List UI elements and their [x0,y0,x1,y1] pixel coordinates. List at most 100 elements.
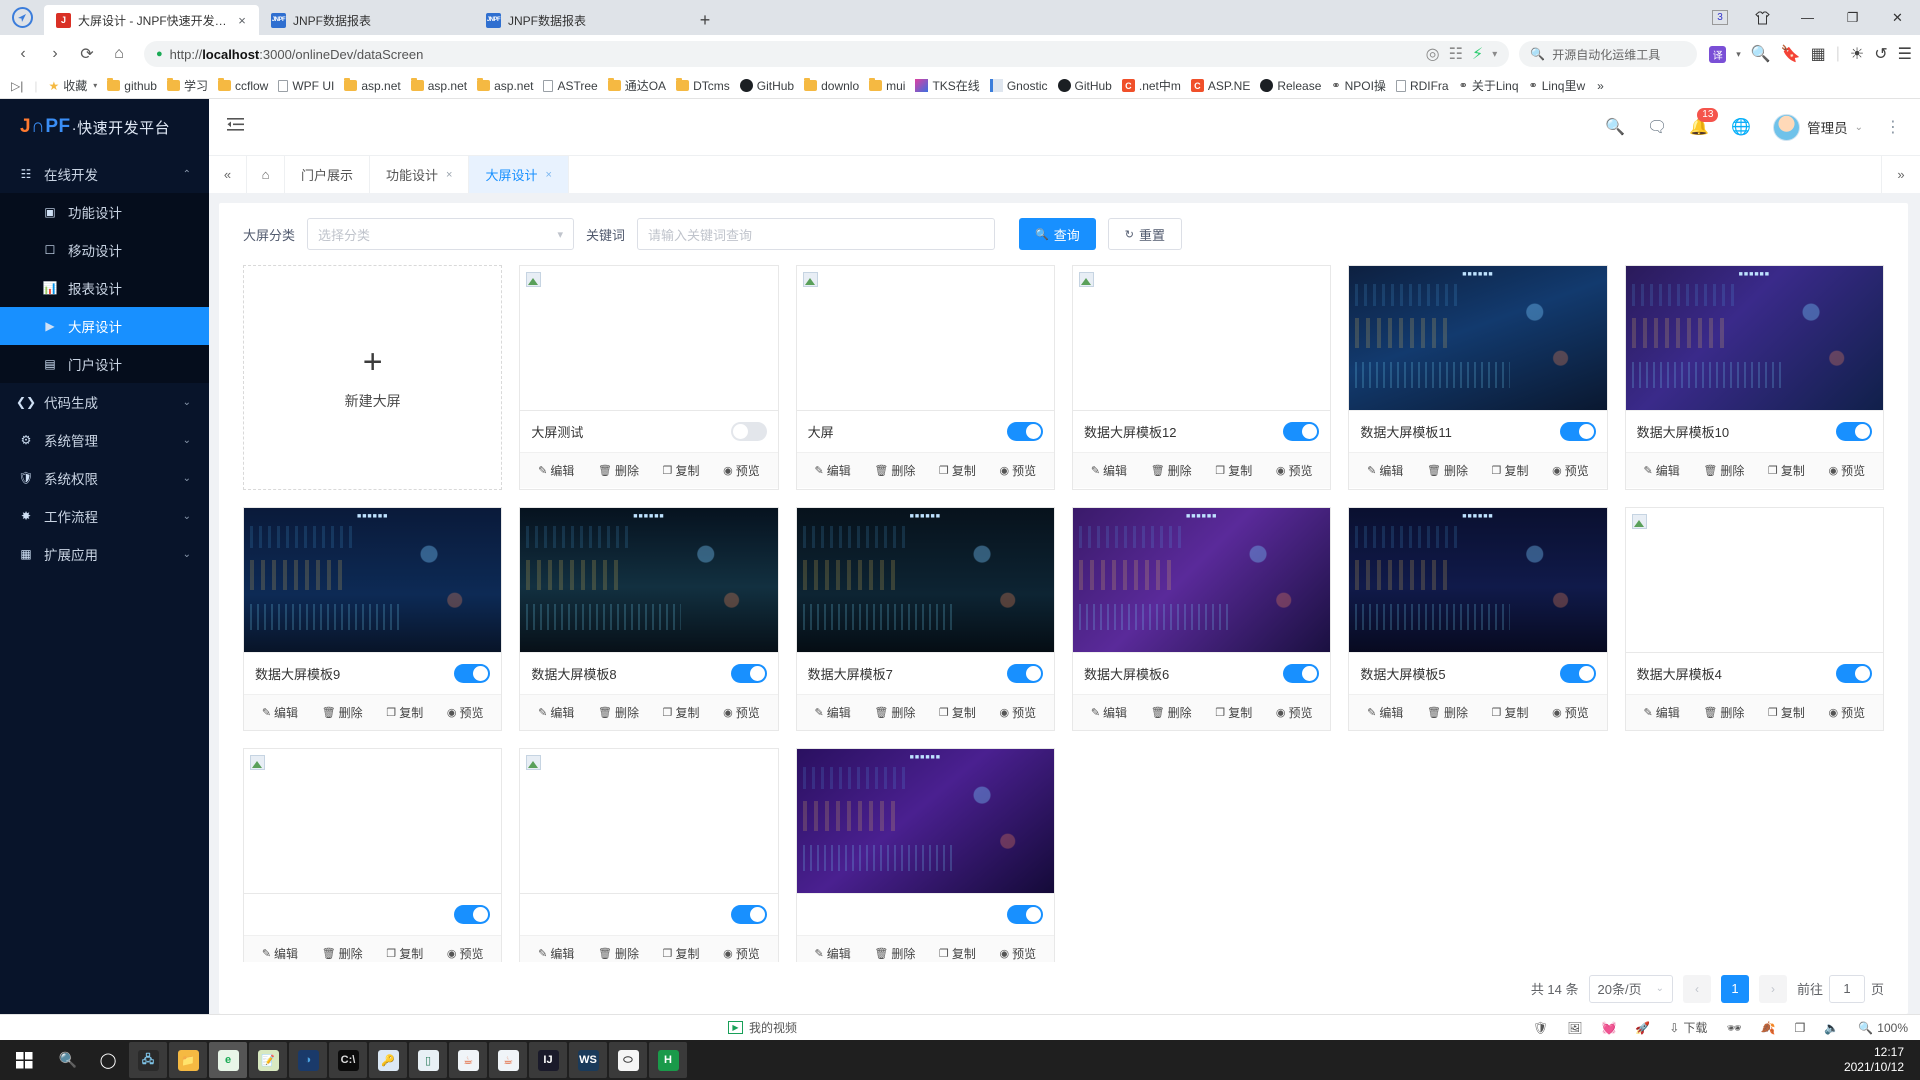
more-options-icon[interactable]: ⋮ [1885,117,1902,137]
card-action-预览[interactable]: ◉ 预览 [723,462,760,479]
card-action-编辑[interactable]: ✎ 编辑 [1367,462,1403,479]
bookmark-item[interactable]: GitHub [1053,77,1117,95]
card-action-编辑[interactable]: ✎ 编辑 [538,945,574,962]
menu-icon[interactable]: ☰ [1898,44,1912,64]
bookmark-item[interactable]: Gnostic [985,77,1053,95]
taskbar-search-icon[interactable]: 🔍 [48,1040,88,1080]
message-icon[interactable]: 🗨 [1647,117,1667,137]
card-action-编辑[interactable]: ✎ 编辑 [262,945,298,962]
card-action-编辑[interactable]: ✎ 编辑 [1643,704,1679,721]
card-action-复制[interactable]: ❐ 复制 [386,704,423,721]
bookmark-item[interactable]: downlo [799,77,864,95]
card-action-预览[interactable]: ◉ 预览 [1829,704,1866,721]
card-action-删除[interactable]: 🗑 删除 [322,704,363,721]
bookmark-item[interactable]: ASTree [538,77,602,95]
taskbar-app-cmd-icon[interactable]: C:\ [329,1042,367,1078]
taskbar-app-server-icon[interactable]: 🖧 [129,1042,167,1078]
sidebar-item-扩展应用[interactable]: ▦ 扩展应用 ⌄ [0,535,209,573]
sidebar-item-功能设计[interactable]: ▣ 功能设计 [0,193,209,231]
card-enable-toggle[interactable] [454,664,491,683]
card-action-预览[interactable]: ◉ 预览 [1000,945,1037,962]
card-action-复制[interactable]: ❐ 复制 [1215,704,1252,721]
lightning-icon[interactable]: ⚡ [1472,44,1483,64]
bookmark-item[interactable]: WPF UI [273,77,339,95]
chevron-down-icon[interactable]: ▾ [1736,49,1741,60]
rocket-icon[interactable]: 🚀 [1635,1021,1650,1035]
card-action-编辑[interactable]: ✎ 编辑 [814,945,850,962]
card-action-预览[interactable]: ◉ 预览 [723,704,760,721]
bookmark-book-icon[interactable]: 🔖 [1781,44,1801,64]
card-enable-toggle[interactable] [1007,422,1043,441]
start-button[interactable] [0,1051,48,1069]
card-enable-toggle[interactable] [1283,422,1320,441]
translate-icon[interactable]: 译 [1709,45,1727,63]
taskbar-app-ellipse-app-icon[interactable]: ⬭ [609,1042,647,1078]
bookmark-item[interactable]: TKS在线 [910,75,984,96]
card-action-复制[interactable]: ❐ 复制 [663,704,700,721]
taskbar-app-intellij-icon[interactable]: IJ [529,1042,567,1078]
card-action-预览[interactable]: ◉ 预览 [1829,462,1866,479]
speaker-icon[interactable]: 🔈 [1824,1021,1839,1035]
card-action-预览[interactable]: ◉ 预览 [723,945,760,962]
bookmark-item[interactable]: ⚭ 关于Linq [1454,75,1524,96]
screen-card[interactable]: ■■■■■■ 数据大屏模板10 ✎ 编辑 🗑 删除 ❐ 复制 ◉ 预览 [1624,265,1884,490]
browser-search-input[interactable]: 🔍 开源自动化运维工具 [1519,41,1698,67]
taskbar-app-keepass-icon[interactable]: 🔑 [369,1042,407,1078]
taskbar-app-h-app-icon[interactable]: H [649,1042,687,1078]
card-action-删除[interactable]: 🗑 删除 [1427,704,1468,721]
card-enable-toggle[interactable] [1559,664,1596,683]
screen-card[interactable]: ✎ 编辑 🗑 删除 ❐ 复制 ◉ 预览 [243,748,503,962]
card-action-复制[interactable]: ❐ 复制 [386,945,423,962]
card-action-预览[interactable]: ◉ 预览 [1276,704,1313,721]
taskbar-app-explorer-icon[interactable]: 📁 [169,1042,207,1078]
taskbar-app-notepad-icon[interactable]: 📝 [249,1042,287,1078]
screen-card[interactable]: 数据大屏模板4 ✎ 编辑 🗑 删除 ❐ 复制 ◉ 预览 [1624,507,1884,731]
theme-shirt-icon[interactable] [1740,0,1785,35]
card-enable-toggle[interactable] [1836,422,1872,441]
page-tab-2[interactable]: 大屏设计 × [469,156,569,193]
card-enable-toggle[interactable] [1007,664,1043,683]
card-action-复制[interactable]: ❐ 复制 [939,462,976,479]
taskbar-app-webstorm-icon[interactable]: WS [569,1042,607,1078]
sidebar-item-工作流程[interactable]: ✸ 工作流程 ⌄ [0,497,209,535]
card-action-复制[interactable]: ❐ 复制 [663,945,700,962]
screen-card[interactable]: ■■■■■■ 数据大屏模板7 ✎ 编辑 🗑 删除 ❐ 复制 ◉ 预览 [795,507,1055,731]
sidebar-item-大屏设计[interactable]: ▶ 大屏设计 [0,307,209,345]
sidebar-item-系统权限[interactable]: 🛡 系统权限 ⌄ [0,459,209,497]
card-action-删除[interactable]: 🗑 删除 [1703,704,1744,721]
screen-card[interactable]: ■■■■■■ 数据大屏模板5 ✎ 编辑 🗑 删除 ❐ 复制 ◉ 预览 [1348,507,1608,731]
card-action-预览[interactable]: ◉ 预览 [1552,704,1589,721]
forward-icon[interactable]: › [40,39,70,69]
close-window-button[interactable]: ✕ [1875,0,1920,35]
card-action-预览[interactable]: ◉ 预览 [1000,704,1037,721]
screen-card[interactable]: ■■■■■■ 数据大屏模板11 ✎ 编辑 🗑 删除 ❐ 复制 ◉ 预览 [1348,265,1608,490]
keyword-input[interactable]: 请输入关键词查询 [637,218,996,250]
cards-scroll-area[interactable]: + 新建大屏 大屏测试 ✎ 编辑 🗑 删除 ❐ 复制 ◉ 预览 大屏 ✎ 编辑 🗑 删除 ❐ 复制 ◉ 预览 数据大屏模… [219,265,1908,962]
screen-card[interactable]: ■■■■■■ 数据大屏模板8 ✎ 编辑 🗑 删除 ❐ 复制 ◉ 预览 [519,507,779,731]
reload-icon[interactable]: ⟳ [72,39,102,69]
bookmark-item[interactable]: asp.net [406,77,472,95]
card-enable-toggle[interactable] [730,905,767,924]
window-icon[interactable]: ❐ [1795,1021,1806,1035]
screen-card[interactable]: 大屏 ✎ 编辑 🗑 删除 ❐ 复制 ◉ 预览 [795,265,1055,490]
card-action-删除[interactable]: 🗑 删除 [874,704,915,721]
card-action-编辑[interactable]: ✎ 编辑 [538,462,574,479]
card-action-复制[interactable]: ❐ 复制 [1215,462,1252,479]
reset-button[interactable]: ↻ 重置 [1107,218,1182,250]
bookmark-item[interactable]: ccflow [213,77,273,95]
screen-card[interactable]: ■■■■■■ 数据大屏模板6 ✎ 编辑 🗑 删除 ❐ 复制 ◉ 预览 [1072,507,1332,731]
download-button[interactable]: ⇩ 下载 [1669,1019,1707,1036]
bookmark-item[interactable]: RDIFra [1391,77,1454,95]
search-button[interactable]: 🔍 查询 [1019,218,1096,250]
search-icon[interactable]: 🔍 [1605,117,1625,137]
card-action-复制[interactable]: ❐ 复制 [1768,704,1805,721]
new-screen-card[interactable]: + 新建大屏 [243,265,503,490]
bookmark-item[interactable]: mui [864,77,910,95]
sidebar-item-门户设计[interactable]: ▤ 门户设计 [0,345,209,383]
card-enable-toggle[interactable] [730,664,767,683]
card-action-删除[interactable]: 🗑 删除 [1151,704,1192,721]
card-action-复制[interactable]: ❐ 复制 [1768,462,1805,479]
tabbar-expand-button[interactable]: » [1882,156,1920,193]
card-action-复制[interactable]: ❐ 复制 [663,462,700,479]
browser-tab-0[interactable]: J 大屏设计 - JNPF快速开发平台 × [44,5,259,35]
